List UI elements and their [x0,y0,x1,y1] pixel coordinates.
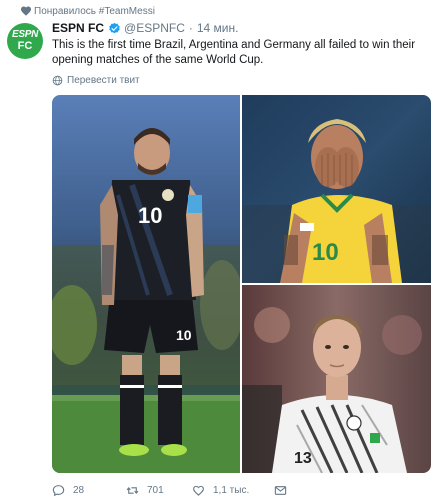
like-button[interactable]: 1,1 тыс. [192,484,274,497]
reply-icon [52,484,65,496]
verified-badge-icon [109,22,120,33]
avatar-text-line2: FC [17,40,33,52]
retweet-icon [126,486,139,494]
avatar-text-line1: ESPN [11,29,39,40]
jersey-number: 10 [312,239,339,266]
like-context-text[interactable]: Понравилось #TeamMessi [34,6,155,17]
separator-dot: · [188,21,193,35]
author-name[interactable]: ESPN FC [52,21,104,35]
like-icon [193,485,204,496]
tweet-actions: 28 701 1,1 тыс. [52,482,287,498]
globe-icon [52,75,63,86]
translate-label: Перевести твит [67,75,140,86]
photo-germany-player[interactable]: 13 [242,285,431,473]
svg-text:10: 10 [176,327,192,343]
photo-argentina-player[interactable]: 10 10 [52,95,240,473]
translate-tweet-link[interactable]: Перевести твит [52,75,140,86]
author-handle[interactable]: @ESPNFC [124,21,185,35]
jersey-number: 13 [294,450,312,467]
like-count: 1,1 тыс. [213,484,250,496]
reply-button[interactable]: 28 [52,484,126,497]
jersey-number: 10 [138,203,162,228]
media-grid: 10 10 10 13 [52,95,431,473]
heart-icon [21,6,31,16]
photo-brazil-player[interactable]: 10 [242,95,431,283]
tweet-text: This is the first time Brazil, Argentina… [52,39,416,66]
reply-count: 28 [73,484,85,496]
retweet-count: 701 [147,484,164,496]
retweet-button[interactable]: 701 [126,484,192,497]
direct-message-icon [274,485,287,495]
tweet-header: ESPN FC @ESPNFC · 14 мин. [52,21,238,35]
tweet-timestamp[interactable]: 14 мин. [197,21,239,35]
direct-message-button[interactable] [274,484,287,497]
like-context: Понравилось #TeamMessi [21,4,155,18]
avatar[interactable]: ESPN FC [7,23,43,59]
